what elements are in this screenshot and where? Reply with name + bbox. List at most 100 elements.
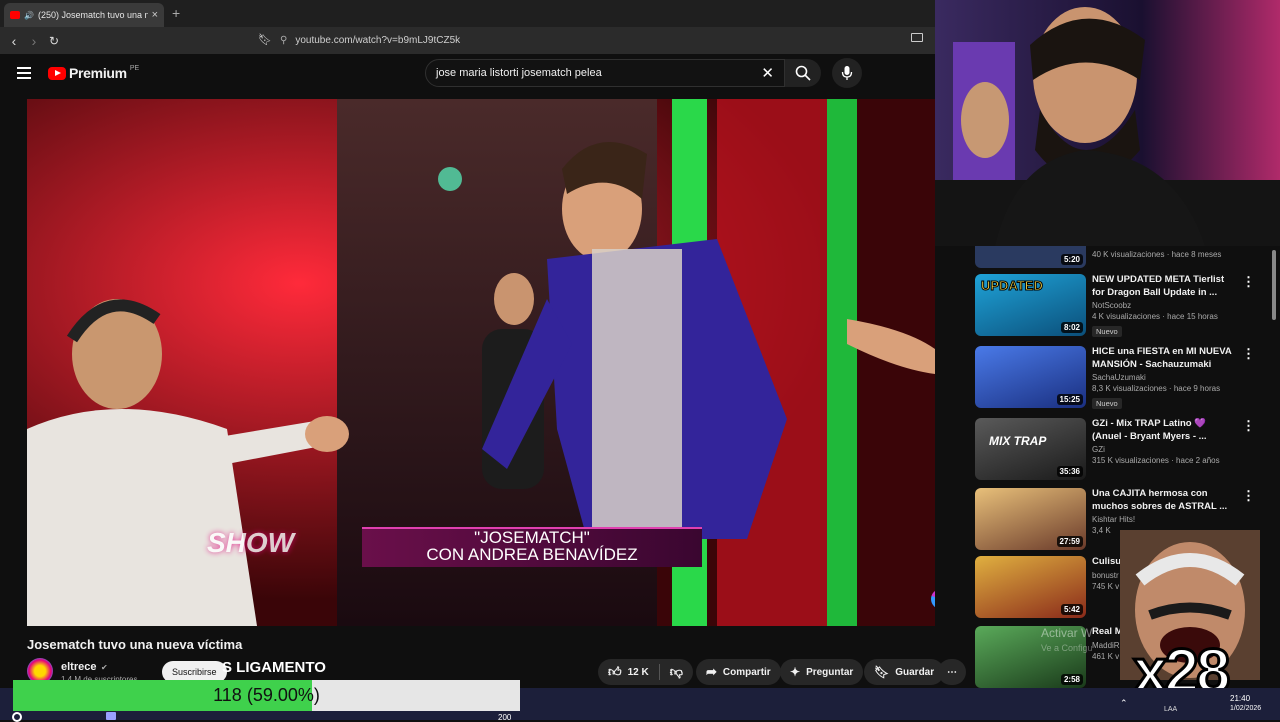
- lower-third-title: "JOSEMATCH": [474, 528, 590, 547]
- bookmark-icon[interactable]: 🔖︎: [258, 33, 272, 46]
- duration-badge: 35:36: [1056, 466, 1083, 477]
- list-item[interactable]: MIX TRAP 35:36 GZi - Mix TRAP Latino 💜 (…: [975, 418, 1265, 484]
- more-horizontal-icon: ⋯: [947, 666, 957, 678]
- clock-date[interactable]: 1/02/2026: [1230, 705, 1261, 712]
- cast-icon[interactable]: [911, 33, 923, 42]
- video-thumbnail[interactable]: UPDATED 8:02: [975, 274, 1086, 336]
- voice-search-button[interactable]: [832, 58, 862, 88]
- thumbnail-text: UPDATED: [981, 278, 1044, 294]
- progress-label: 118 (59.00%): [213, 685, 320, 705]
- chevron-up-icon[interactable]: ⌃: [1120, 698, 1128, 709]
- video-player[interactable]: SHOW "JOSEMATCH" CON ANDREA BENAVÍDEZ: [27, 99, 935, 626]
- channel-name[interactable]: GZi: [1092, 445, 1232, 454]
- channel-name[interactable]: Kishtar Hits!: [1092, 515, 1232, 524]
- save-button[interactable]: 🔖︎ Guardar: [864, 659, 945, 685]
- activation-watermark-sub: Ve a Configu: [1041, 643, 1093, 653]
- video-thumbnail[interactable]: 27:59: [975, 488, 1086, 550]
- show-logo: SHOW: [207, 527, 295, 558]
- video-title[interactable]: NEW UPDATED META Tierlist for Dragon Bal…: [1092, 274, 1232, 299]
- lower-third: "JOSEMATCH" CON ANDREA BENAVÍDEZ: [362, 527, 702, 567]
- logo-country: PE: [129, 65, 140, 72]
- video-thumbnail[interactable]: 5:20: [975, 246, 1086, 268]
- taskbar-counter: 200: [498, 713, 512, 722]
- search-taskbar-icon[interactable]: [12, 712, 22, 722]
- list-item[interactable]: UPDATED 8:02 NEW UPDATED META Tierlist f…: [975, 274, 1265, 340]
- forward-icon[interactable]: ›: [24, 33, 44, 49]
- goal-progress-bar: 118 (59.00%): [13, 680, 520, 711]
- channel-name[interactable]: SachaUzumaki: [1092, 373, 1232, 382]
- verified-icon: ✔: [100, 663, 108, 672]
- site-info-icon[interactable]: ⚲: [280, 35, 287, 46]
- video-meta: 40 K visualizaciones · hace 8 meses: [1092, 250, 1222, 259]
- youtube-logo[interactable]: Premium PE: [48, 65, 139, 81]
- duration-badge: 27:59: [1056, 536, 1083, 547]
- more-vertical-icon[interactable]: ⋮: [1242, 418, 1255, 484]
- video-thumbnail[interactable]: 15:25: [975, 346, 1086, 408]
- search-query: jose maria listorti josematch pelea: [436, 67, 602, 79]
- save-label: Guardar: [895, 666, 935, 678]
- channel-name[interactable]: NotScoobz: [1092, 301, 1232, 310]
- search-button[interactable]: [785, 59, 821, 87]
- url-text: youtube.com/watch?v=b9mLJ9tCZ5k: [295, 35, 461, 46]
- webcam-overlay: [935, 0, 1280, 246]
- video-title: Josematch tuvo una nueva víctima: [27, 637, 243, 652]
- logo-text: Premium: [69, 65, 127, 81]
- sidebar-scrollbar[interactable]: [1272, 250, 1276, 320]
- duration-badge: 15:25: [1056, 394, 1083, 405]
- share-label: Compartir: [722, 666, 771, 678]
- taskbar-app-icon[interactable]: [106, 712, 116, 720]
- language-indicator[interactable]: LAA: [1164, 706, 1177, 713]
- new-badge: Nuevo: [1092, 326, 1122, 337]
- video-meta: 315 K visualizaciones · hace 2 años: [1092, 456, 1220, 465]
- tab-title: (250) Josematch tuvo una nue: [37, 10, 148, 20]
- menu-icon[interactable]: [17, 67, 31, 82]
- lower-third-subtitle: CON ANDREA BENAVÍDEZ: [426, 545, 638, 564]
- youtube-play-icon: [48, 66, 66, 80]
- video-title[interactable]: Una CAJITA hermosa con muchos sobres de …: [1092, 488, 1232, 513]
- microphone-icon: [841, 66, 853, 80]
- video-title[interactable]: HICE una FIESTA en MI NUEVA MANSIÓN - Sa…: [1092, 346, 1232, 371]
- clock-time[interactable]: 21:40: [1230, 694, 1250, 703]
- webcam-feed: [935, 0, 1280, 246]
- search-icon: [795, 65, 811, 81]
- video-thumbnail[interactable]: 5:42: [975, 556, 1086, 618]
- duration-badge: 8:02: [1060, 322, 1083, 333]
- more-actions-button[interactable]: ⋯: [938, 659, 966, 685]
- sparkle-icon: ✦: [790, 665, 801, 679]
- video-title[interactable]: GZi - Mix TRAP Latino 💜 (Anuel - Bryant …: [1092, 418, 1232, 443]
- browser-tab[interactable]: 🔊 (250) Josematch tuvo una nue ×: [4, 3, 164, 27]
- share-button[interactable]: ➦ Compartir: [696, 659, 781, 685]
- reload-icon[interactable]: ↻: [44, 34, 64, 48]
- close-tab-icon[interactable]: ×: [152, 9, 158, 21]
- share-icon: ➦: [706, 664, 717, 679]
- like-count: 12 K: [627, 666, 649, 678]
- video-meta: 4 K visualizaciones · hace 15 horas: [1092, 312, 1218, 321]
- overlay-caption: S LIGAMENTO: [222, 659, 326, 676]
- new-badge: Nuevo: [1092, 398, 1122, 409]
- thumbnail-text: MIX TRAP: [989, 434, 1047, 448]
- search-input[interactable]: jose maria listorti josematch pelea ✕: [425, 59, 785, 87]
- back-icon[interactable]: ‹: [4, 33, 24, 49]
- list-item[interactable]: 15:25 HICE una FIESTA en MI NUEVA MANSIÓ…: [975, 346, 1265, 412]
- channel-name[interactable]: eltrece: [61, 661, 96, 673]
- activation-watermark: Activar W: [1041, 626, 1093, 640]
- speaker-icon: 🔊: [24, 10, 34, 20]
- thumbs-down-icon[interactable]: 👎︎: [670, 664, 683, 680]
- more-vertical-icon[interactable]: ⋮: [1242, 346, 1255, 412]
- duration-badge: 2:58: [1060, 674, 1083, 685]
- more-vertical-icon[interactable]: ⋮: [1242, 274, 1255, 340]
- bookmark-save-icon: 🔖︎: [874, 665, 890, 679]
- duration-badge: 5:42: [1060, 604, 1083, 615]
- list-item[interactable]: 5:20 40 K visualizaciones · hace 8 meses: [975, 246, 1265, 272]
- thumbs-up-icon: 👍︎: [608, 664, 622, 679]
- youtube-favicon-icon: [10, 11, 20, 19]
- video-meta: 8,3 K visualizaciones · hace 9 horas: [1092, 384, 1221, 393]
- address-bar[interactable]: ⚲ youtube.com/watch?v=b9mLJ9tCZ5k: [280, 31, 880, 50]
- like-button[interactable]: 👍︎ 12 K 👎︎: [598, 659, 693, 685]
- video-thumbnail[interactable]: MIX TRAP 35:36: [975, 418, 1086, 480]
- new-tab-icon[interactable]: +: [172, 5, 180, 21]
- ask-label: Preguntar: [806, 666, 854, 678]
- clear-search-icon[interactable]: ✕: [761, 64, 774, 82]
- ask-button[interactable]: ✦ Preguntar: [780, 659, 864, 685]
- duration-badge: 5:20: [1060, 254, 1083, 265]
